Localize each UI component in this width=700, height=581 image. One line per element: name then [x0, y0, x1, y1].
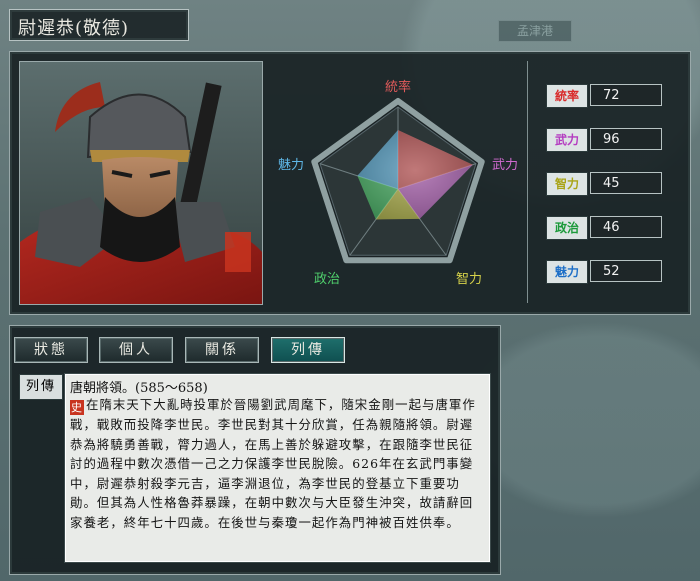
- biography-heading: 唐朝將領。(585～658): [70, 381, 208, 396]
- tab-biography[interactable]: 列傳: [271, 337, 345, 363]
- radar-label-command: 統率: [385, 79, 411, 95]
- tab-status[interactable]: 狀態: [14, 337, 88, 363]
- stat-row-force: 武力 96: [546, 128, 664, 152]
- stat-value: 45: [590, 172, 662, 194]
- stat-value: 96: [590, 128, 662, 150]
- portrait-frame: [19, 61, 263, 305]
- radar-label-force: 武力: [492, 158, 518, 173]
- stat-value: 72: [590, 84, 662, 106]
- stat-label: 統率: [546, 84, 588, 108]
- biography-text: 史在隋末天下大亂時投軍於晉陽劉武周麾下，隨宋金剛一起与唐軍作戰，戰敗而投降李世民…: [70, 395, 478, 532]
- stat-row-intellect: 智力 45: [546, 172, 664, 196]
- stat-value: 46: [590, 216, 662, 238]
- radar-label-intellect: 智力: [456, 272, 482, 287]
- radar-label-politics: 政治: [314, 272, 340, 287]
- character-name-plate: 尉遲恭(敬德): [9, 9, 189, 41]
- biography-label: 列傳: [19, 374, 63, 400]
- map-location-label: 孟津港: [498, 20, 572, 42]
- stat-label: 武力: [546, 128, 588, 152]
- tab-personal[interactable]: 個人: [99, 337, 173, 363]
- stat-row-command: 統率 72: [546, 84, 664, 108]
- biography-box: 唐朝將領。(585～658) 史在隋末天下大亂時投軍於晉陽劉武周麾下，隨宋金剛一…: [64, 373, 491, 563]
- biography-body: 在隋末天下大亂時投軍於晉陽劉武周麾下，隨宋金剛一起与唐軍作戰，戰敗而投降李世民。…: [70, 397, 476, 530]
- history-seal-icon: 史: [70, 400, 84, 415]
- stat-label: 政治: [546, 216, 588, 240]
- stat-label: 魅力: [546, 260, 588, 284]
- character-name: 尉遲恭(敬德): [18, 18, 130, 39]
- warlord-portrait-icon: [20, 62, 262, 304]
- attribute-radar-chart: 統率 武力 智力 政治 魅力: [270, 61, 526, 303]
- tab-relations[interactable]: 關係: [185, 337, 259, 363]
- radar-label-charm: 魅力: [278, 158, 304, 173]
- panel-divider: [527, 61, 528, 303]
- stat-value: 52: [590, 260, 662, 282]
- stat-row-charm: 魅力 52: [546, 260, 664, 284]
- stat-row-politics: 政治 46: [546, 216, 664, 240]
- stat-label: 智力: [546, 172, 588, 196]
